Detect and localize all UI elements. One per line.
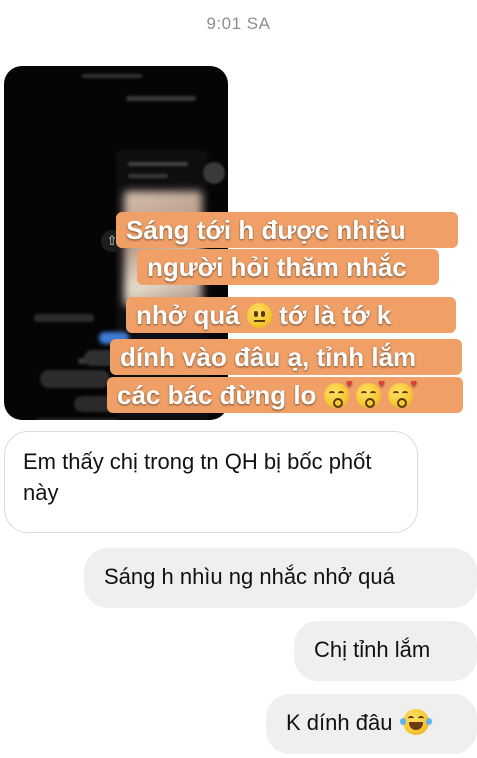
- outgoing-message-text: K dính đâu: [286, 710, 393, 735]
- caption-line-3: nhở quá tớ là tớ k: [126, 297, 456, 333]
- story-caption: Sáng tới h được nhiều người hỏi thăm nhắ…: [0, 212, 477, 413]
- outgoing-message[interactable]: K dính đâu: [266, 694, 477, 754]
- caption-line-5: các bác đừng lo ♥ ♥ ♥: [107, 377, 463, 413]
- kiss-face-emoji: ♥: [355, 379, 385, 408]
- caption-line-2: người hỏi thăm nhắc: [137, 249, 439, 285]
- neutral-face-emoji: [246, 303, 272, 328]
- laughing-tears-emoji: [399, 709, 432, 735]
- profile-circle-icon: [203, 162, 225, 184]
- kiss-face-emoji: ♥: [323, 379, 353, 408]
- caption-line-5-text: các bác đừng lo: [117, 380, 317, 410]
- timestamp: 9:01 SA: [206, 14, 271, 33]
- caption-line-3b: tớ là tớ k: [279, 300, 392, 330]
- outgoing-message[interactable]: Sáng h nhìu ng nhắc nhở quá: [84, 548, 477, 608]
- kiss-face-emoji: ♥: [388, 379, 417, 408]
- caption-line-1: Sáng tới h được nhiều: [116, 212, 458, 248]
- outgoing-message[interactable]: Chị tỉnh lắm: [294, 621, 477, 681]
- caption-line-4: dính vào đâu ạ, tỉnh lắm: [110, 339, 462, 375]
- incoming-message[interactable]: Em thấy chị trong tn QH bị bốc phốt này: [4, 431, 418, 533]
- caption-line-3a: nhở quá: [136, 300, 240, 330]
